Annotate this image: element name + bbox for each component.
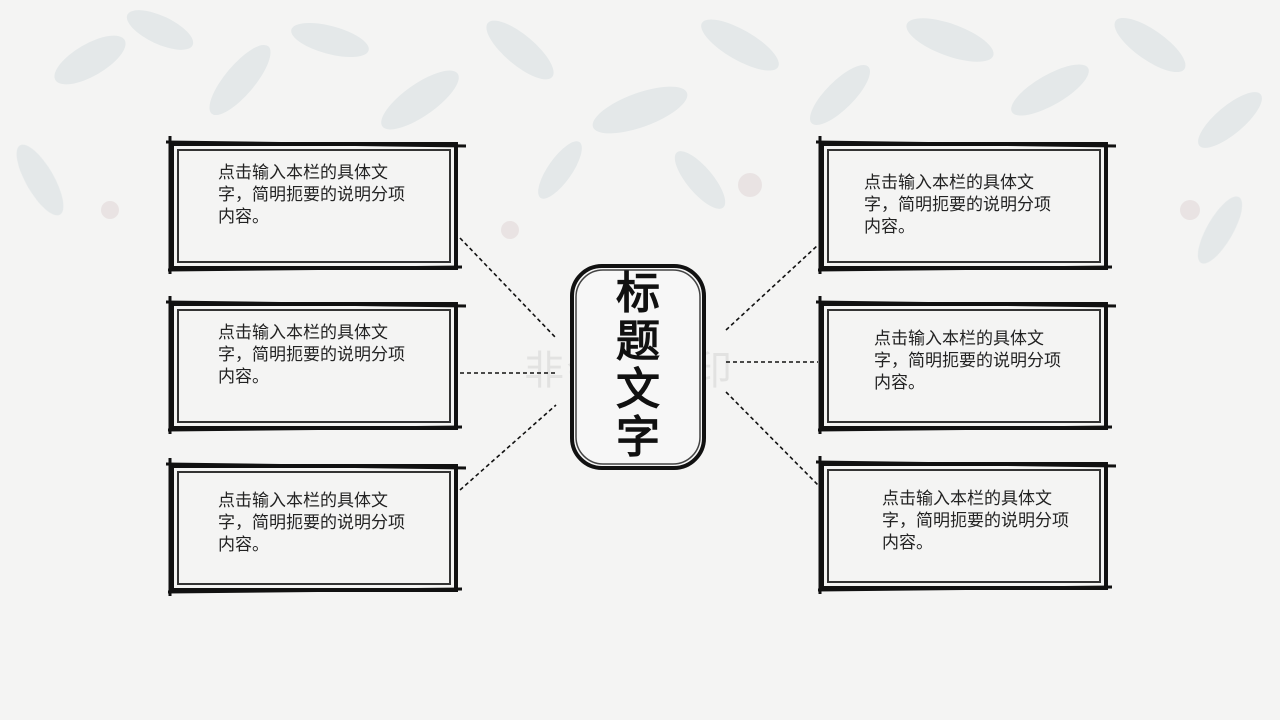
item-text: 点击输入本栏的具体文字，简明扼要的说明分项内容。 — [218, 163, 405, 227]
item-text: 点击输入本栏的具体文字，简明扼要的说明分项内容。 — [864, 173, 1051, 237]
item-box-middle-right[interactable]: 点击输入本栏的具体文字，简明扼要的说明分项内容。 — [815, 296, 1117, 434]
item-box-bottom-left[interactable]: 点击输入本栏的具体文字，简明扼要的说明分项内容。 — [165, 458, 467, 596]
center-title: 标题文字 — [616, 268, 660, 463]
item-text: 点击输入本栏的具体文字，简明扼要的说明分项内容。 — [218, 491, 405, 555]
item-box-top-left[interactable]: 点击输入本栏的具体文字，简明扼要的说明分项内容。 — [165, 136, 467, 274]
item-box-bottom-right[interactable]: 点击输入本栏的具体文字，简明扼要的说明分项内容。 — [815, 456, 1117, 594]
item-text: 点击输入本栏的具体文字，简明扼要的说明分项内容。 — [874, 329, 1061, 393]
item-text: 点击输入本栏的具体文字，简明扼要的说明分项内容。 — [218, 323, 405, 387]
item-box-middle-left[interactable]: 点击输入本栏的具体文字，简明扼要的说明分项内容。 — [165, 296, 467, 434]
item-text: 点击输入本栏的具体文字，简明扼要的说明分项内容。 — [882, 489, 1069, 553]
item-box-top-right[interactable]: 点击输入本栏的具体文字，简明扼要的说明分项内容。 — [815, 136, 1117, 274]
center-title-node[interactable]: 标题文字 — [568, 262, 708, 472]
